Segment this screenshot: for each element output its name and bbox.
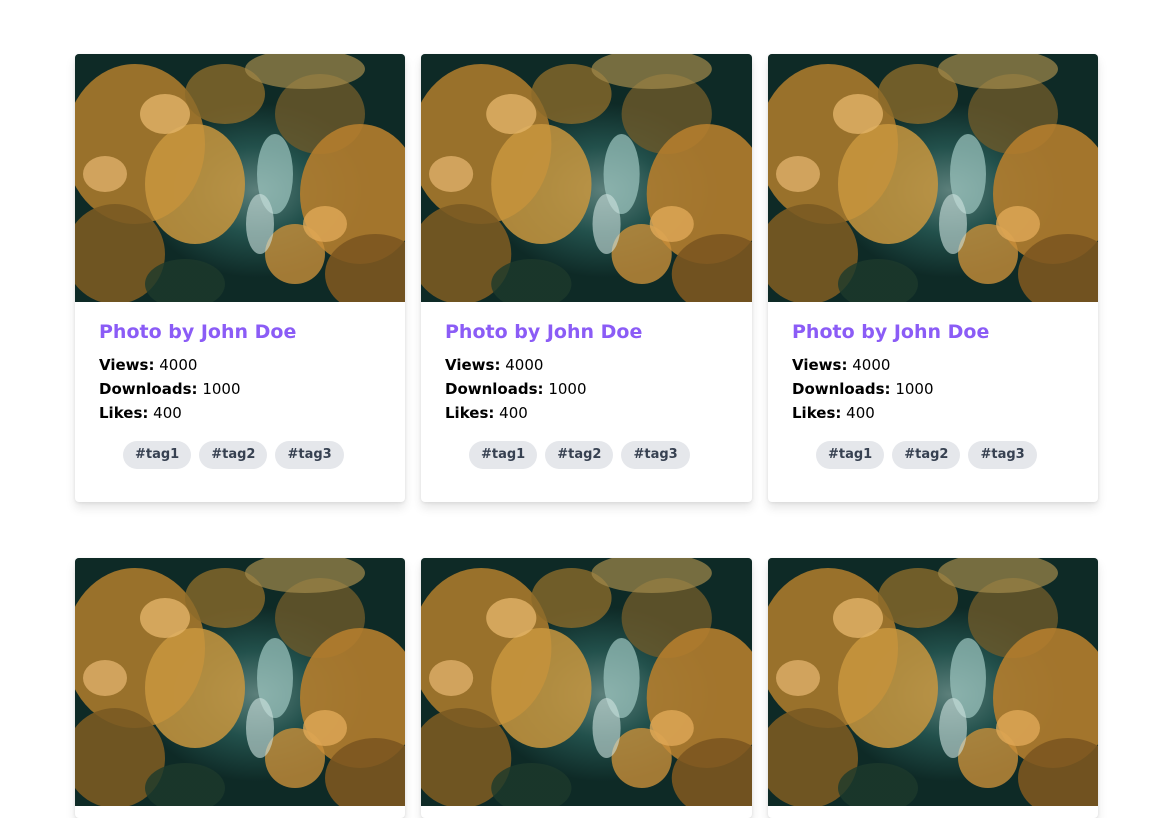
photo-card[interactable] xyxy=(421,558,752,818)
downloads-value: 1000 xyxy=(548,380,587,398)
photo-image[interactable] xyxy=(75,54,405,302)
photo-image[interactable] xyxy=(421,558,752,806)
downloads-label: Downloads: xyxy=(792,380,891,398)
tag-chip[interactable]: #tag3 xyxy=(621,441,690,469)
card-body: Photo by John Doe Views: 4000 Downloads:… xyxy=(768,302,1098,502)
photo-card[interactable] xyxy=(768,558,1098,818)
photo-card[interactable]: Photo by John Doe Views: 4000 Downloads:… xyxy=(768,54,1098,502)
tag-list: #tag1 #tag2 #tag3 xyxy=(792,441,1074,469)
views-stat: Views: 4000 xyxy=(99,353,381,377)
card-body: Photo by John Doe Views: 4000 Downloads:… xyxy=(75,302,405,502)
likes-value: 400 xyxy=(846,404,875,422)
likes-label: Likes: xyxy=(445,404,495,422)
likes-stat: Likes: 400 xyxy=(99,401,381,425)
downloads-stat: Downloads: 1000 xyxy=(445,377,728,401)
downloads-label: Downloads: xyxy=(99,380,198,398)
views-value: 4000 xyxy=(159,356,198,374)
views-value: 4000 xyxy=(505,356,544,374)
photo-image[interactable] xyxy=(75,558,405,806)
tag-chip[interactable]: #tag1 xyxy=(123,441,192,469)
likes-value: 400 xyxy=(499,404,528,422)
downloads-value: 1000 xyxy=(202,380,241,398)
likes-stat: Likes: 400 xyxy=(445,401,728,425)
downloads-value: 1000 xyxy=(895,380,934,398)
tag-list: #tag1 #tag2 #tag3 xyxy=(445,441,728,469)
photo-image[interactable] xyxy=(421,54,752,302)
views-label: Views: xyxy=(792,356,848,374)
views-label: Views: xyxy=(99,356,155,374)
likes-stat: Likes: 400 xyxy=(792,401,1074,425)
photo-title[interactable]: Photo by John Doe xyxy=(792,318,1074,346)
photo-card[interactable] xyxy=(75,558,405,818)
photo-title[interactable]: Photo by John Doe xyxy=(445,318,728,346)
views-label: Views: xyxy=(445,356,501,374)
photo-card[interactable]: Photo by John Doe Views: 4000 Downloads:… xyxy=(421,54,752,502)
photo-title[interactable]: Photo by John Doe xyxy=(99,318,381,346)
card-body: Photo by John Doe Views: 4000 Downloads:… xyxy=(421,302,752,502)
tag-chip[interactable]: #tag3 xyxy=(275,441,344,469)
views-value: 4000 xyxy=(852,356,891,374)
views-stat: Views: 4000 xyxy=(792,353,1074,377)
photo-card[interactable]: Photo by John Doe Views: 4000 Downloads:… xyxy=(75,54,405,502)
likes-value: 400 xyxy=(153,404,182,422)
downloads-label: Downloads: xyxy=(445,380,544,398)
downloads-stat: Downloads: 1000 xyxy=(99,377,381,401)
tag-chip[interactable]: #tag2 xyxy=(892,441,961,469)
tag-chip[interactable]: #tag2 xyxy=(545,441,614,469)
tag-chip[interactable]: #tag1 xyxy=(469,441,538,469)
photo-image[interactable] xyxy=(768,54,1098,302)
tag-chip[interactable]: #tag1 xyxy=(816,441,885,469)
photo-image[interactable] xyxy=(768,558,1098,806)
photo-grid: Photo by John Doe Views: 4000 Downloads:… xyxy=(75,54,1098,818)
tag-chip[interactable]: #tag2 xyxy=(199,441,268,469)
tag-chip[interactable]: #tag3 xyxy=(968,441,1037,469)
likes-label: Likes: xyxy=(792,404,842,422)
tag-list: #tag1 #tag2 #tag3 xyxy=(99,441,381,469)
downloads-stat: Downloads: 1000 xyxy=(792,377,1074,401)
likes-label: Likes: xyxy=(99,404,149,422)
views-stat: Views: 4000 xyxy=(445,353,728,377)
